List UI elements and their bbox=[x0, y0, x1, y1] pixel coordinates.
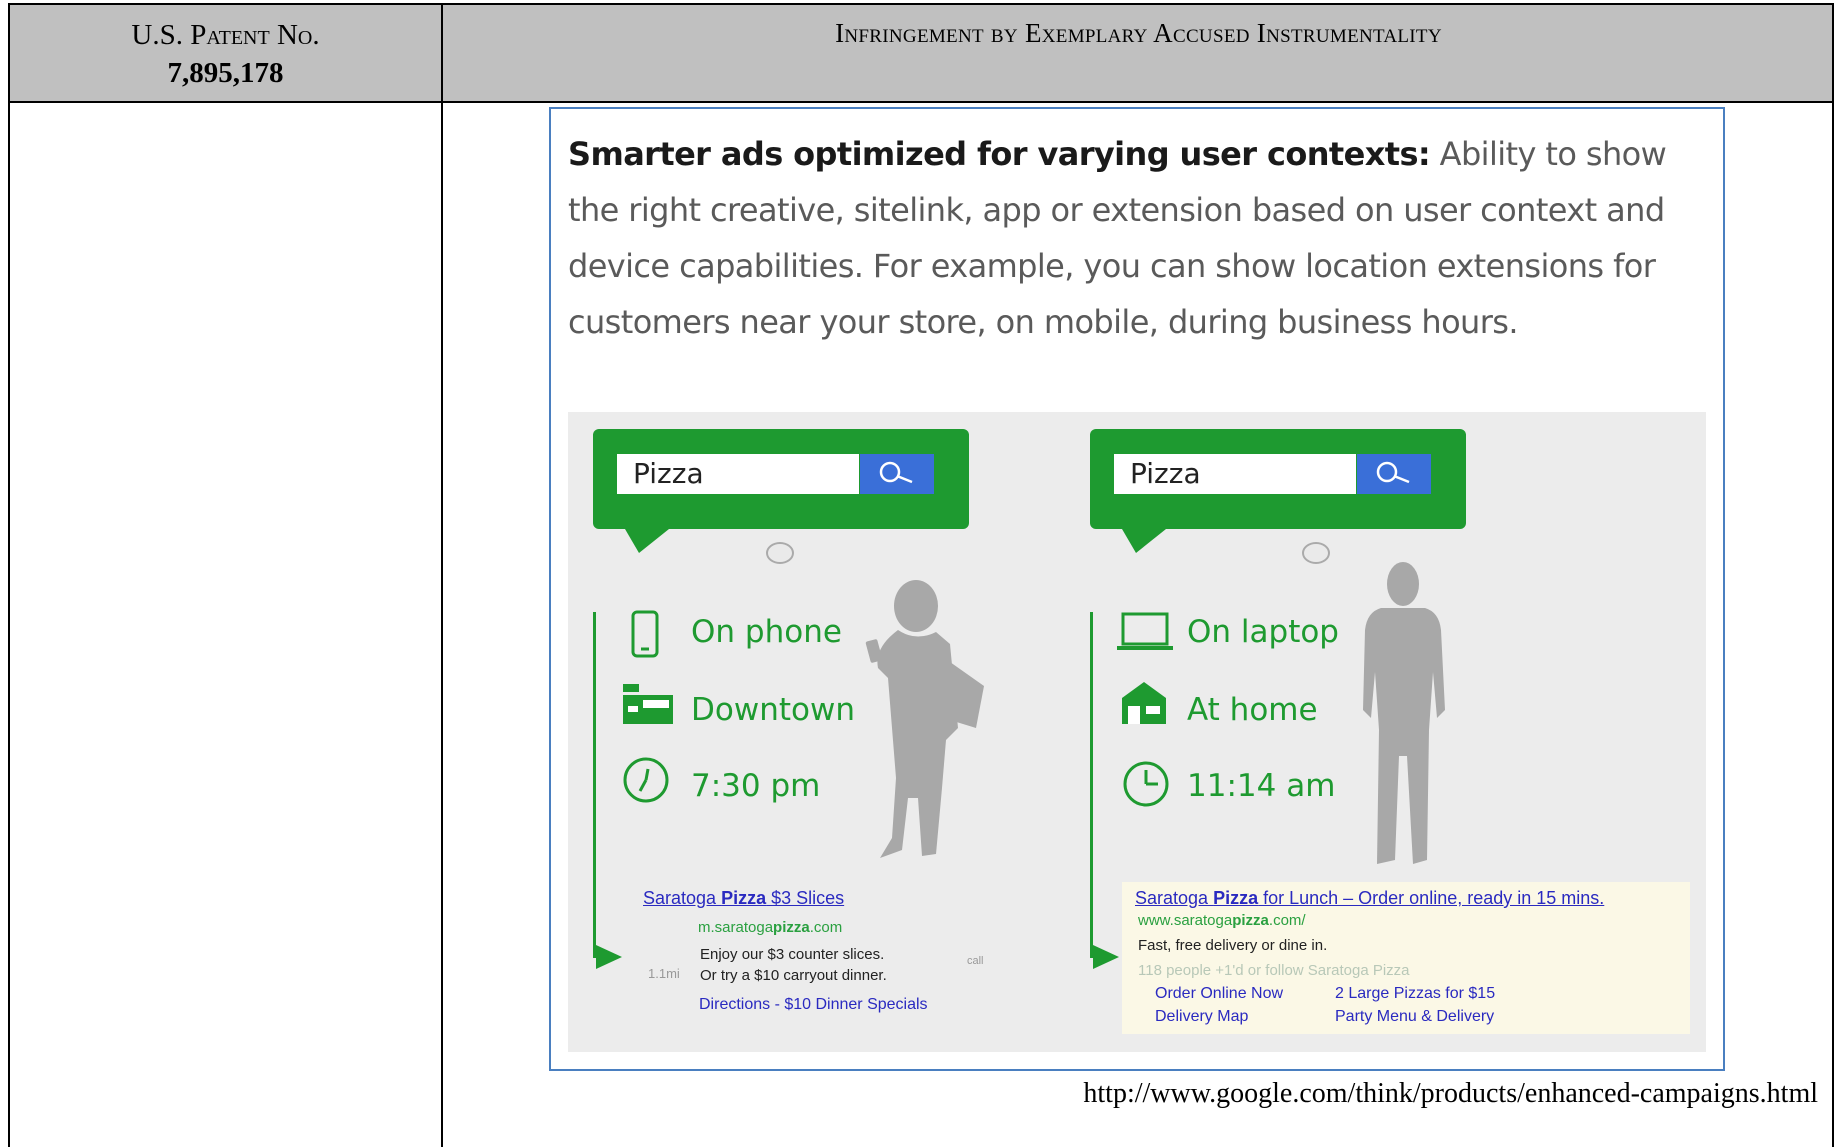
search-icon bbox=[879, 461, 913, 484]
left-flow-line bbox=[593, 612, 596, 958]
left-ad-line1: Enjoy our $3 counter slices. bbox=[700, 946, 885, 963]
right-ad-line1: Fast, free delivery or dine in. bbox=[1138, 937, 1328, 954]
ad-title-part: Saratoga bbox=[1135, 888, 1214, 908]
laptop-icon bbox=[1117, 612, 1173, 650]
source-url[interactable]: http://www.google.com/think/products/enh… bbox=[1083, 1078, 1818, 1110]
man-silhouette bbox=[1363, 562, 1445, 864]
ad-title-keyword: Pizza bbox=[1213, 888, 1259, 908]
column-divider bbox=[441, 3, 443, 1147]
home-icon bbox=[1122, 682, 1166, 724]
context-label: On laptop bbox=[1187, 614, 1339, 650]
left-search-input: Pizza bbox=[617, 454, 859, 494]
left-search-button bbox=[860, 454, 934, 494]
context-label: On phone bbox=[691, 614, 842, 650]
infringement-header: Infringement by Exemplary Accused Instru… bbox=[835, 18, 1442, 48]
clock-icon bbox=[1123, 761, 1169, 807]
header-divider bbox=[8, 101, 1834, 103]
right-flow-arrow bbox=[1093, 945, 1119, 969]
left-flow-arrow bbox=[596, 945, 622, 969]
ad-title-part: Saratoga bbox=[643, 888, 722, 908]
sitelink[interactable]: Party Menu & Delivery bbox=[1335, 1008, 1494, 1026]
storefront-icon bbox=[623, 684, 673, 724]
right-ad-url: www.saratogapizza.com/ bbox=[1138, 912, 1306, 929]
left-indicator-dot bbox=[766, 542, 794, 564]
clock-icon bbox=[623, 757, 669, 803]
excerpt-paragraph: Smarter ads optimized for varying user c… bbox=[568, 126, 1698, 350]
right-ad-title[interactable]: Saratoga Pizza for Lunch – Order online,… bbox=[1135, 888, 1604, 909]
left-ad-sitelinks[interactable]: Directions - $10 Dinner Specials bbox=[699, 996, 928, 1014]
ad-url-keyword: pizza bbox=[1232, 912, 1269, 929]
patent-number: 7,895,178 bbox=[167, 57, 284, 89]
ad-url-part: www.saratoga bbox=[1138, 912, 1233, 929]
sitelink[interactable]: Order Online Now bbox=[1155, 985, 1283, 1003]
right-ad-social: 118 people +1'd or follow Saratoga Pizza bbox=[1138, 962, 1410, 979]
ad-url-part: m.saratoga bbox=[698, 919, 774, 936]
right-search-input: Pizza bbox=[1114, 454, 1356, 494]
right-bubble-tail bbox=[1122, 529, 1166, 553]
context-label: 11:14 am bbox=[1187, 768, 1336, 804]
ad-title-keyword: Pizza bbox=[721, 888, 767, 908]
left-bubble-tail bbox=[625, 529, 669, 553]
right-search-button bbox=[1357, 454, 1431, 494]
ad-title-part: for Lunch – Order online, ready in 15 mi… bbox=[1258, 888, 1605, 908]
patent-number-header: U.S. Patent No. 7,895,178 bbox=[10, 16, 441, 92]
context-label: Downtown bbox=[691, 692, 855, 728]
patent-label: U.S. Patent No. bbox=[131, 19, 320, 51]
ad-url-part: .com bbox=[809, 919, 843, 936]
left-ad-line2: Or try a $10 carryout dinner. bbox=[700, 967, 887, 984]
woman-silhouette bbox=[865, 580, 984, 858]
right-flow-line bbox=[1090, 612, 1093, 958]
phone-icon bbox=[631, 610, 659, 658]
ad-title-part: $3 Slices bbox=[766, 888, 845, 908]
ad-url-keyword: pizza bbox=[773, 919, 810, 936]
right-indicator-dot bbox=[1302, 542, 1330, 564]
left-ad-url: m.saratogapizza.com bbox=[698, 919, 842, 936]
left-ad-title[interactable]: Saratoga Pizza $3 Slices bbox=[643, 888, 844, 909]
search-icon bbox=[1376, 461, 1410, 484]
left-ad-distance: 1.1mi bbox=[648, 966, 680, 981]
excerpt-lead: Smarter ads optimized for varying user c… bbox=[568, 135, 1431, 173]
ad-url-part: .com/ bbox=[1268, 912, 1306, 929]
left-ad-call[interactable]: call bbox=[967, 955, 984, 967]
sitelink[interactable]: Delivery Map bbox=[1155, 1008, 1248, 1026]
sitelink[interactable]: 2 Large Pizzas for $15 bbox=[1335, 985, 1495, 1003]
context-label: 7:30 pm bbox=[691, 768, 821, 804]
context-label: At home bbox=[1187, 692, 1318, 728]
